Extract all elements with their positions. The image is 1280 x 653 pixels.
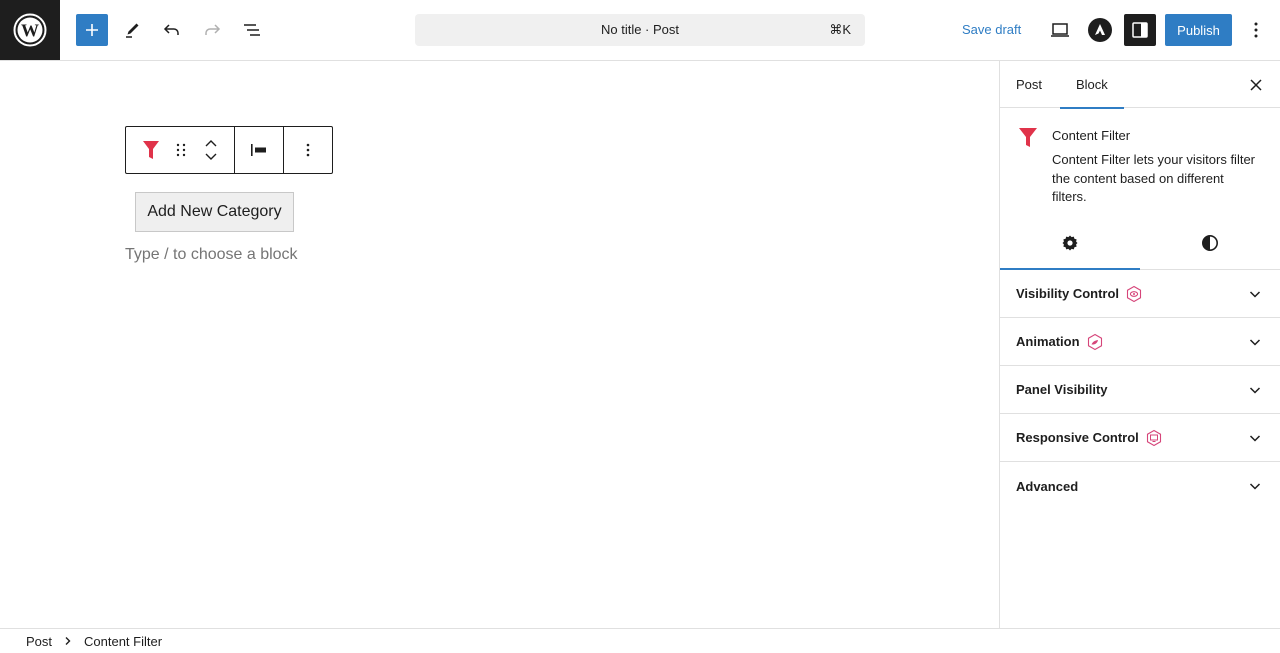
align-left-icon xyxy=(251,144,266,156)
list-view-icon xyxy=(244,24,260,36)
tab-settings[interactable] xyxy=(1000,216,1140,270)
move-down-icon[interactable] xyxy=(204,152,218,162)
panel-advanced[interactable]: Advanced xyxy=(1000,462,1280,510)
animation-badge-icon xyxy=(1086,333,1104,351)
astra-button[interactable] xyxy=(1084,14,1116,46)
editor-header: W No title · Post ⌘K Save draft Publish xyxy=(0,0,1280,61)
astra-icon xyxy=(1088,18,1112,42)
more-options-icon xyxy=(1254,22,1258,38)
styles-contrast-icon xyxy=(1202,234,1218,251)
panel-title: Animation xyxy=(1016,334,1080,349)
block-type-button[interactable] xyxy=(136,127,166,173)
block-inserter-button[interactable] xyxy=(76,14,108,46)
panel-title: Panel Visibility xyxy=(1016,382,1108,397)
tab-post[interactable]: Post xyxy=(1016,61,1042,108)
drag-handle-icon xyxy=(176,143,186,157)
chevron-down-icon xyxy=(1249,339,1261,346)
block-card-title: Content Filter xyxy=(1052,128,1131,143)
save-draft-button[interactable]: Save draft xyxy=(962,22,1021,37)
pencil-icon xyxy=(126,23,139,38)
undo-icon xyxy=(163,24,179,35)
eye-badge-icon xyxy=(1125,285,1143,303)
wordpress-logo-button[interactable]: W xyxy=(0,0,60,60)
close-sidebar-button[interactable] xyxy=(1244,73,1268,97)
settings-sidebar-toggle[interactable] xyxy=(1124,14,1156,46)
panel-animation[interactable]: Animation xyxy=(1000,318,1280,366)
panel-responsive-control[interactable]: Responsive Control xyxy=(1000,414,1280,462)
align-button[interactable] xyxy=(244,127,274,173)
settings-sidebar: Post Block Content Filter Content Filter… xyxy=(999,61,1280,628)
drag-handle[interactable] xyxy=(166,127,196,173)
panel-title: Responsive Control xyxy=(1016,430,1139,445)
add-new-category-button[interactable]: Add New Category xyxy=(135,192,294,232)
document-title: No title · Post xyxy=(600,22,680,37)
publish-button[interactable]: Publish xyxy=(1165,14,1232,46)
breadcrumb-post[interactable]: Post xyxy=(26,634,52,649)
move-buttons xyxy=(196,127,226,173)
content-filter-icon xyxy=(1019,128,1037,147)
breadcrumb-content-filter[interactable]: Content Filter xyxy=(84,634,162,649)
content-filter-icon xyxy=(143,141,159,159)
settings-gear-icon xyxy=(1062,235,1078,250)
wordpress-logo-icon: W xyxy=(13,13,47,47)
chevron-right-icon xyxy=(64,636,72,646)
chevron-down-icon xyxy=(1249,387,1261,394)
redo-icon xyxy=(205,24,221,35)
move-up-icon[interactable] xyxy=(204,138,218,148)
block-card-icon-wrap xyxy=(1017,125,1039,154)
tab-block[interactable]: Block xyxy=(1060,61,1124,109)
panel-title: Advanced xyxy=(1016,478,1079,494)
close-icon xyxy=(1250,79,1262,91)
block-toolbar-group-options xyxy=(284,127,332,173)
more-options-button[interactable] xyxy=(1240,14,1272,46)
block-toolbar-group-main xyxy=(126,127,235,173)
tab-post-label: Post xyxy=(1016,77,1043,92)
block-options-button[interactable] xyxy=(293,127,323,173)
command-palette-button[interactable]: No title · Post ⌘K xyxy=(415,14,865,46)
block-toolbar xyxy=(125,126,333,174)
more-options-icon xyxy=(306,143,310,157)
editor-canvas[interactable]: Add New Category Type / to choose a bloc… xyxy=(0,61,999,628)
settings-sidebar-icon xyxy=(1132,22,1148,38)
block-card: Content Filter Content Filter lets your … xyxy=(1000,108,1280,216)
preview-desktop-icon xyxy=(1051,23,1069,37)
chevron-down-icon xyxy=(1249,483,1261,490)
list-view-button[interactable] xyxy=(236,14,268,46)
block-placeholder[interactable]: Type / to choose a block xyxy=(125,246,298,264)
panel-title: Visibility Control xyxy=(1016,286,1120,301)
chevron-down-icon xyxy=(1249,435,1261,442)
panel-panel-visibility[interactable]: Panel Visibility xyxy=(1000,366,1280,414)
block-inspector-tabs xyxy=(1000,216,1280,270)
command-shortcut: ⌘K xyxy=(829,22,851,37)
undo-button[interactable] xyxy=(156,14,188,46)
preview-button[interactable] xyxy=(1044,14,1076,46)
chevron-down-icon xyxy=(1249,291,1261,298)
svg-text:W: W xyxy=(21,21,39,41)
tab-block-label: Block xyxy=(1076,77,1108,92)
tab-styles[interactable] xyxy=(1140,216,1280,269)
panel-visibility-control[interactable]: Visibility Control xyxy=(1000,270,1280,318)
responsive-badge-icon xyxy=(1145,429,1163,447)
block-breadcrumb: Post Content Filter xyxy=(0,628,1280,653)
plus-icon xyxy=(86,24,98,36)
tools-button[interactable] xyxy=(116,14,148,46)
redo-button[interactable] xyxy=(196,14,228,46)
block-toolbar-group-align xyxy=(235,127,284,173)
block-card-description: Content Filter lets your visitors filter… xyxy=(1052,152,1256,204)
sidebar-tabs: Post Block xyxy=(1000,61,1280,109)
